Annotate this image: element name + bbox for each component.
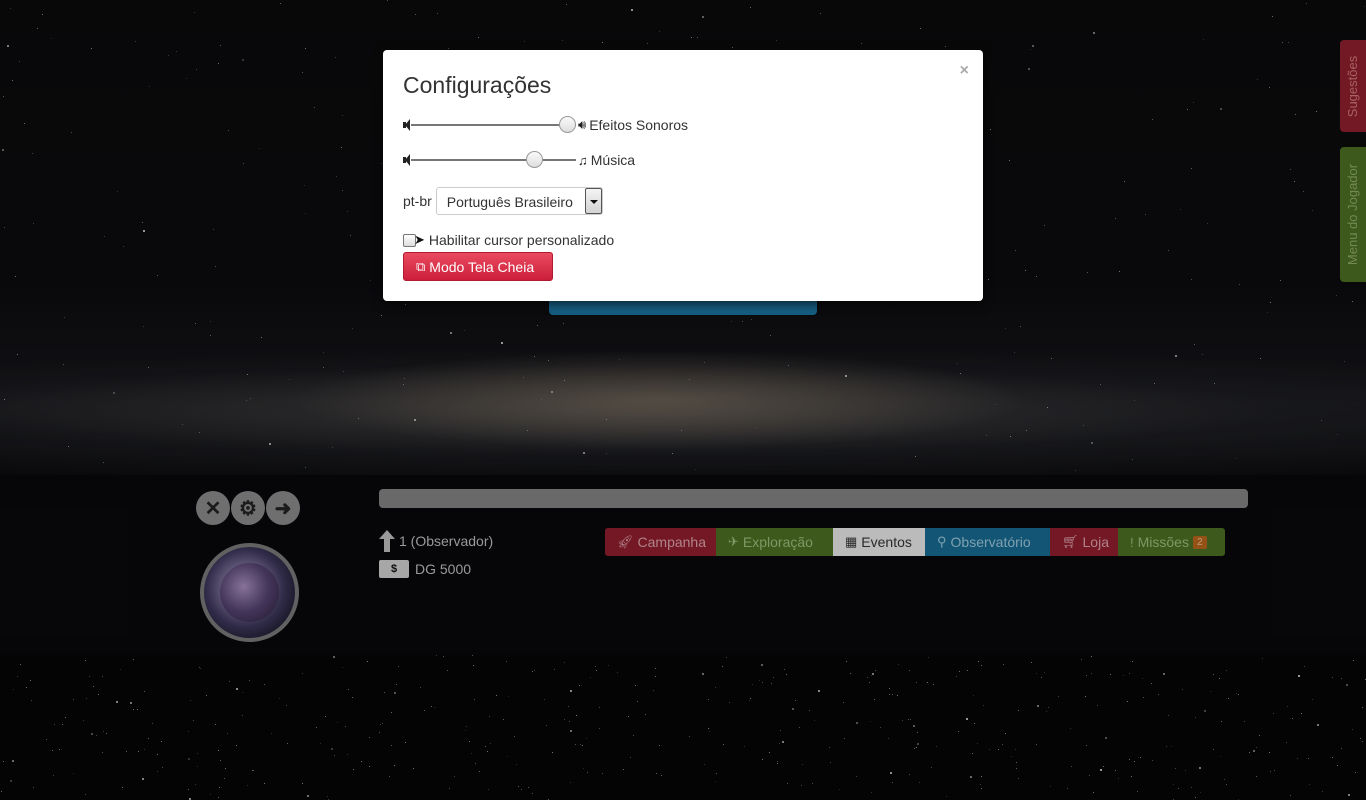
sound-effects-row: 🔊︎ Efeitos Sonoros (403, 115, 688, 135)
sound-effects-slider-thumb[interactable] (559, 116, 576, 133)
cursor-icon: ➤ (414, 232, 425, 247)
language-code: pt-br (403, 193, 432, 209)
fullscreen-button-label: Modo Tela Cheia (429, 258, 535, 275)
sound-effects-label: Efeitos Sonoros (589, 117, 689, 133)
language-selected-value: Português Brasileiro (446, 194, 573, 210)
language-row: pt-br Português Brasileiro (403, 187, 603, 215)
music-slider[interactable] (411, 151, 576, 168)
fullscreen-button[interactable]: ⧉ Modo Tela Cheia (403, 252, 553, 281)
volume-low-icon (403, 119, 411, 131)
custom-cursor-row: ➤ Habilitar cursor personalizado (403, 232, 614, 248)
settings-modal: Configurações × 🔊︎ Efeitos Sonoros ♫ Mús… (383, 50, 983, 301)
external-link-icon: ⧉ (416, 258, 426, 274)
music-slider-thumb[interactable] (526, 151, 544, 168)
music-label: Música (590, 152, 636, 168)
custom-cursor-label: Habilitar cursor personalizado (428, 232, 615, 248)
volume-low-icon (403, 154, 411, 166)
modal-title: Configurações (403, 72, 552, 98)
close-button[interactable]: × (960, 62, 969, 80)
volume-up-icon: 🔊︎ (578, 117, 587, 132)
language-select[interactable]: Português Brasileiro (435, 187, 603, 215)
sound-effects-slider[interactable] (411, 116, 576, 133)
music-icon: ♫ (578, 152, 588, 168)
chevron-down-icon[interactable] (584, 188, 602, 214)
music-row: ♫ Música (403, 150, 635, 170)
